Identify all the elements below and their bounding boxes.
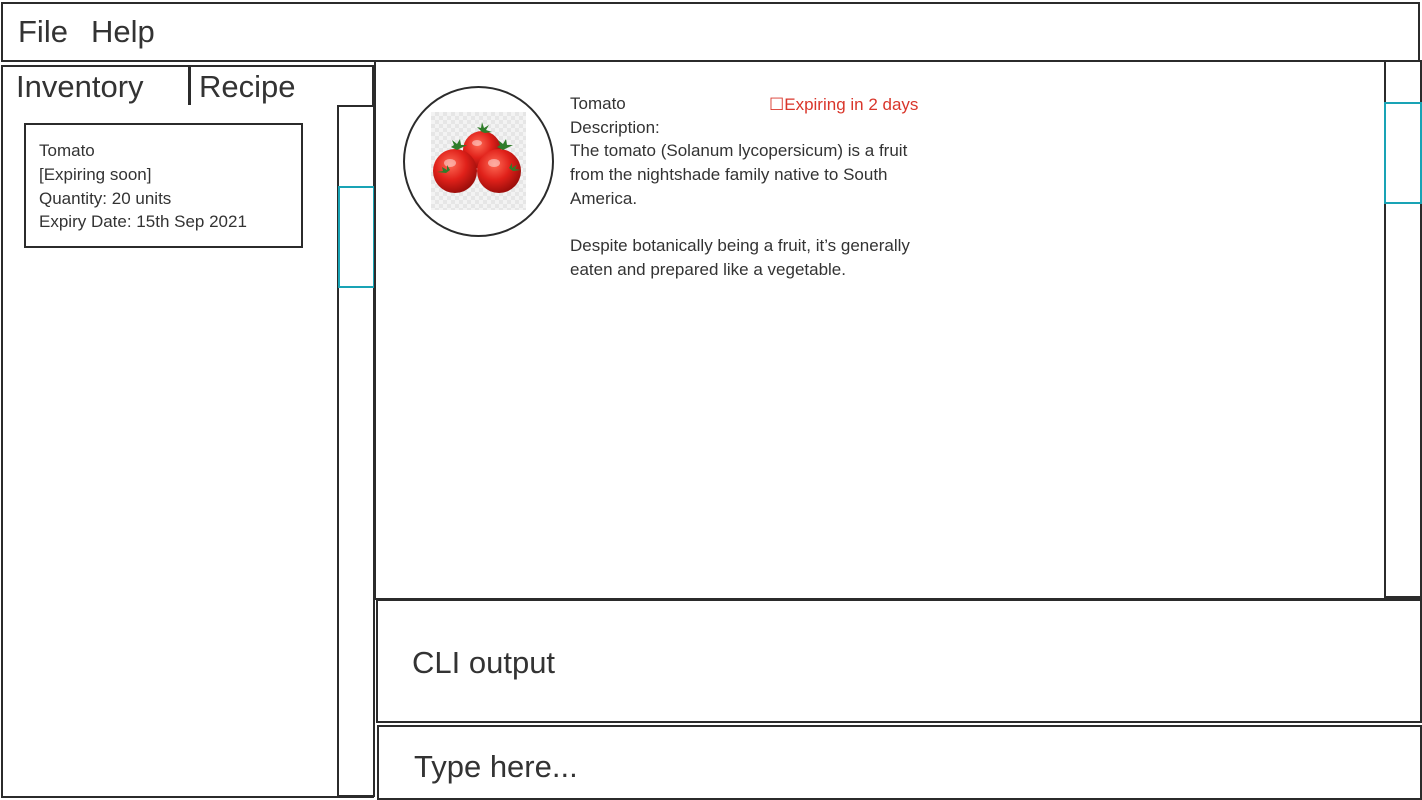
cli-output-text: CLI output [412, 645, 556, 680]
list-scroll-thumb[interactable] [338, 186, 375, 288]
tab-inventory-label: Inventory [16, 69, 144, 104]
menu-bar: File Help [1, 2, 1420, 62]
item-status: [Expiring soon] [39, 165, 152, 184]
expiry-warning-badge: ☐Expiring in 2 days [769, 95, 919, 114]
description-line: Despite botanically being a fruit, it’s … [570, 236, 910, 255]
item-name: Tomato [39, 141, 95, 160]
tab-recipe[interactable]: Recipe [189, 65, 374, 107]
item-image [403, 86, 554, 237]
command-input[interactable] [414, 747, 1314, 787]
tomato-icon [433, 122, 521, 193]
description-label: Description: [570, 118, 660, 137]
tab-recipe-label: Recipe [199, 69, 296, 104]
item-expiry-date: Expiry Date: 15th Sep 2021 [39, 212, 247, 231]
tab-inventory[interactable]: Inventory [1, 65, 190, 107]
description-line: The tomato (Solanum lycopersicum) is a f… [570, 141, 908, 160]
description-line: from the nightshade family native to Sou… [570, 165, 888, 184]
detail-item-name: Tomato [570, 94, 626, 113]
menu-file[interactable]: File [18, 14, 68, 50]
cli-output-panel: CLI output [376, 599, 1422, 723]
detail-scroll-thumb[interactable] [1384, 102, 1422, 204]
list-item[interactable]: Tomato [Expiring soon] Quantity: 20 unit… [24, 123, 303, 248]
command-box[interactable] [377, 725, 1422, 800]
menu-help[interactable]: Help [91, 14, 155, 50]
description-line: America. [570, 189, 638, 208]
item-quantity: Quantity: 20 units [39, 189, 172, 208]
description-line: eaten and prepared like a vegetable. [570, 260, 846, 279]
